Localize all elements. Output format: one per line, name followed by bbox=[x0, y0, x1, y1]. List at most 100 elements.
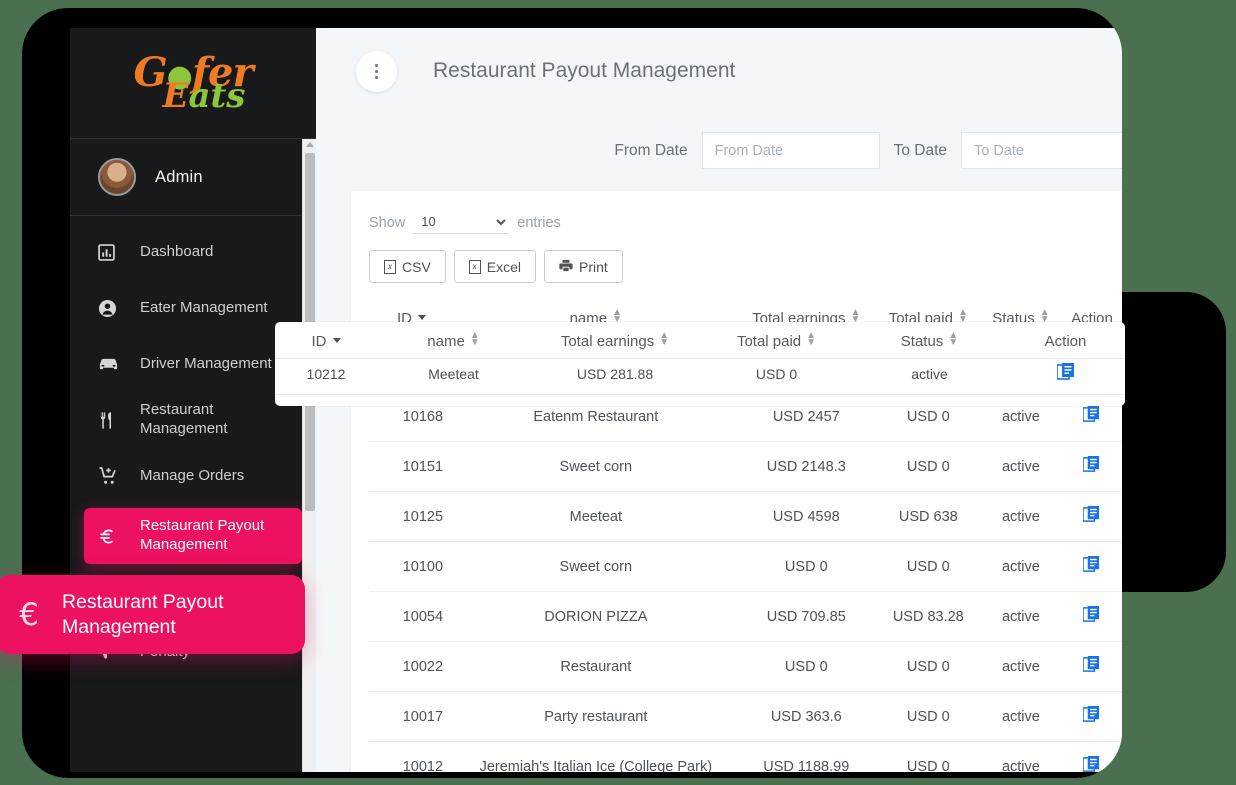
document-copy-icon[interactable] bbox=[1082, 706, 1100, 727]
cell-total-earnings: USD 0 bbox=[736, 641, 876, 692]
cell-total-earnings: USD 0 bbox=[736, 541, 876, 592]
sort-both-icon: ▲ ▼ bbox=[612, 307, 623, 325]
document-copy-icon[interactable] bbox=[1082, 656, 1100, 677]
excel-button[interactable]: x Excel bbox=[453, 250, 537, 283]
cell-name: Sweet corn bbox=[454, 541, 737, 592]
column-header-total-earnings[interactable]: Total earnings ▲ ▼ bbox=[530, 322, 700, 359]
sidebar-scrollbar[interactable] bbox=[302, 139, 316, 772]
column-header-total-paid[interactable]: Total paid ▲ ▼ bbox=[700, 322, 853, 359]
euro-icon bbox=[98, 527, 128, 546]
cell-id: 10100 bbox=[369, 541, 455, 592]
document-copy-icon[interactable] bbox=[1082, 456, 1100, 477]
cell-id: 10054 bbox=[369, 591, 455, 642]
csv-label: CSV bbox=[402, 258, 431, 275]
table-row[interactable]: 10125 Meeteat USD 4598 USD 638 active bbox=[369, 491, 1122, 542]
sort-both-icon: ▲ ▼ bbox=[948, 330, 959, 348]
sort-both-icon: ▲ ▼ bbox=[850, 307, 861, 325]
sidebar-item-label: Dashboard bbox=[140, 242, 214, 260]
profile-name: Admin bbox=[155, 167, 203, 186]
sidebar-item-label: Manage Orders bbox=[140, 466, 245, 484]
cell-total-paid: USD 0 bbox=[875, 691, 981, 742]
topbar: Restaurant Payout Management bbox=[316, 28, 1122, 114]
file-excel-icon: x bbox=[468, 259, 481, 274]
cell-action[interactable] bbox=[1060, 641, 1122, 692]
cell-total-earnings: USD 281.88 bbox=[530, 358, 700, 395]
document-copy-icon[interactable] bbox=[1082, 606, 1100, 627]
brand-logo[interactable]: G●fer Eats bbox=[70, 28, 316, 139]
excel-label: Excel bbox=[486, 258, 522, 275]
cell-total-paid: USD 0 bbox=[875, 641, 981, 692]
cell-total-earnings: USD 4598 bbox=[736, 491, 876, 542]
from-date-input[interactable] bbox=[701, 132, 880, 169]
document-copy-icon[interactable] bbox=[1082, 756, 1100, 772]
cell-total-paid: USD 0 bbox=[700, 358, 853, 395]
cell-action[interactable] bbox=[1060, 741, 1122, 772]
cell-total-earnings: USD 709.85 bbox=[736, 591, 876, 642]
spotlight-row[interactable]: 10212 Meeteat USD 281.88 USD 0 active bbox=[275, 358, 1125, 395]
print-button[interactable]: Print bbox=[544, 250, 623, 283]
table-row[interactable]: 10054 DORION PIZZA USD 709.85 USD 83.28 … bbox=[369, 591, 1122, 642]
show-label: Show bbox=[369, 214, 406, 231]
spotlight-header-row: ID name ▲ ▼ Total earnings ▲ ▼ Total paid ▲ ▼ … bbox=[275, 322, 1125, 359]
file-excel-icon: x bbox=[384, 259, 396, 274]
column-header-id[interactable]: ID bbox=[275, 322, 377, 359]
table-body: 10212 Meeteat USD 281.88 USD 0 active 10… bbox=[369, 341, 1122, 772]
cell-name: Meeteat bbox=[377, 358, 530, 395]
document-copy-icon[interactable] bbox=[1055, 363, 1075, 384]
cell-status: active bbox=[980, 541, 1061, 592]
column-header-action: Action bbox=[1006, 322, 1125, 359]
cell-action[interactable] bbox=[1060, 441, 1122, 492]
sort-both-icon: ▲ ▼ bbox=[957, 307, 968, 325]
table-row[interactable]: 10100 Sweet corn USD 0 USD 0 active bbox=[369, 541, 1122, 592]
cell-action[interactable] bbox=[1060, 691, 1122, 742]
table-row[interactable]: 10017 Party restaurant USD 363.6 USD 0 a… bbox=[369, 691, 1122, 742]
to-date-input[interactable] bbox=[961, 132, 1122, 169]
page-title: Restaurant Payout Management bbox=[433, 59, 736, 82]
cutlery-icon bbox=[98, 411, 128, 430]
user-profile[interactable]: Admin bbox=[70, 139, 316, 216]
euro-icon: € bbox=[19, 596, 39, 633]
cell-id: 10022 bbox=[369, 641, 455, 692]
sidebar-item-dashboard[interactable]: Dashboard bbox=[70, 224, 316, 280]
csv-button[interactable]: x CSV bbox=[369, 250, 446, 283]
page-size-select[interactable]: 10 25 50 100 bbox=[413, 211, 510, 234]
spotlight-table: ID name ▲ ▼ Total earnings ▲ ▼ Total paid ▲ ▼ … bbox=[275, 322, 1125, 395]
column-header-status[interactable]: Status ▲ ▼ bbox=[853, 322, 1006, 359]
from-date-label: From Date bbox=[614, 141, 688, 159]
document-copy-icon[interactable] bbox=[1082, 556, 1100, 577]
table-row[interactable]: 10022 Restaurant USD 0 USD 0 active bbox=[369, 641, 1122, 692]
cell-total-earnings: USD 2148.3 bbox=[736, 441, 876, 492]
cell-action[interactable] bbox=[1060, 541, 1122, 592]
document-copy-icon[interactable] bbox=[1082, 406, 1100, 427]
cell-total-paid: USD 0 bbox=[875, 741, 981, 772]
document-copy-icon[interactable] bbox=[1082, 506, 1100, 527]
column-header-name[interactable]: name ▲ ▼ bbox=[377, 322, 530, 359]
cell-status: active bbox=[980, 691, 1061, 742]
cell-total-paid: USD 0 bbox=[875, 441, 981, 492]
cell-status: active bbox=[980, 591, 1061, 642]
sort-both-icon: ▲ ▼ bbox=[469, 330, 480, 348]
cell-status: active bbox=[980, 441, 1061, 492]
sidebar-item-label: Restaurant Management bbox=[140, 401, 228, 437]
table-row[interactable]: 10012 Jeremiah's Italian Ice (College Pa… bbox=[369, 741, 1122, 772]
sort-desc-icon bbox=[332, 337, 341, 343]
print-label: Print bbox=[579, 258, 608, 275]
cell-status: active bbox=[980, 491, 1061, 542]
payout-table-card: Show 10 25 50 100 entries x CSV bbox=[351, 191, 1122, 772]
avatar bbox=[98, 158, 136, 196]
sidebar-item-manage-orders[interactable]: Manage Orders bbox=[70, 448, 316, 504]
table-row[interactable]: 10151 Sweet corn USD 2148.3 USD 0 active bbox=[369, 441, 1122, 492]
cell-name: Party restaurant bbox=[454, 691, 737, 742]
cell-id: 10151 bbox=[369, 441, 455, 492]
show-entries-control: Show 10 25 50 100 entries bbox=[369, 211, 1122, 234]
entries-label: entries bbox=[517, 214, 561, 231]
sidebar-item-restaurant-payout-management[interactable]: Restaurant Payout Management bbox=[84, 508, 302, 564]
cell-id: 10125 bbox=[369, 491, 455, 542]
cell-action[interactable] bbox=[1006, 358, 1125, 395]
sidebar-item-label: Driver Management bbox=[140, 354, 272, 372]
cell-name: Meeteat bbox=[454, 491, 737, 542]
kebab-menu-icon[interactable] bbox=[356, 50, 397, 92]
cell-action[interactable] bbox=[1060, 591, 1122, 642]
cell-action[interactable] bbox=[1060, 491, 1122, 542]
scroll-up-arrow-icon[interactable] bbox=[306, 142, 314, 147]
